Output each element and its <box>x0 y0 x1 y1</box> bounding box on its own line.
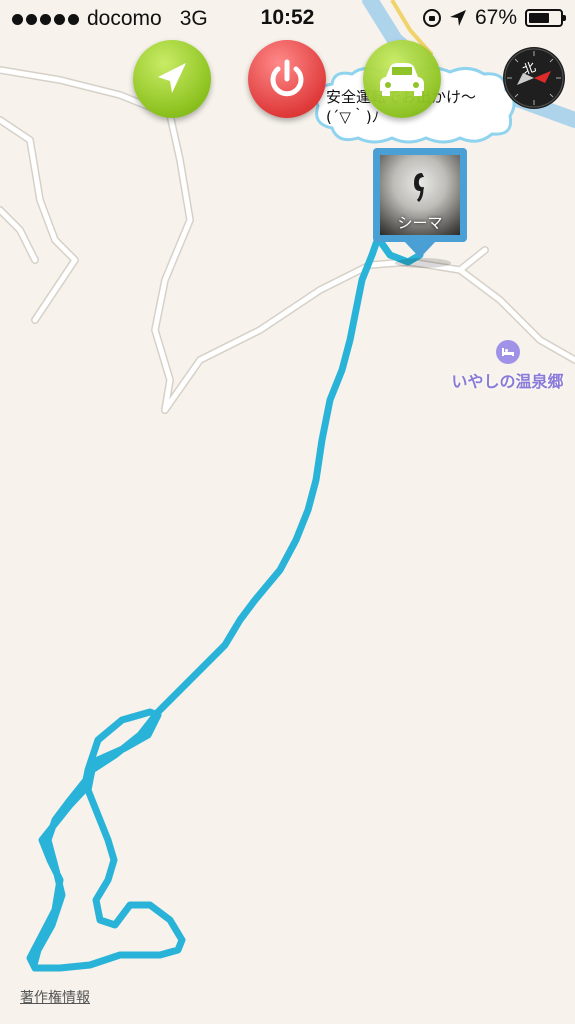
status-right: 67% <box>422 6 566 30</box>
compass-icon: 北 <box>504 48 564 108</box>
photo-pin[interactable]: シーマ <box>373 148 467 268</box>
pin-photo: シーマ <box>380 155 460 235</box>
location-arrow-icon <box>449 10 466 26</box>
power-icon <box>270 59 304 97</box>
status-bar: docomo 3G 10:52 67% <box>0 0 575 40</box>
poi-label: いやしの温泉郷 <box>451 372 564 391</box>
pin-label: シーマ <box>397 214 443 232</box>
car-emblem-image <box>414 173 424 203</box>
battery-level-fill <box>529 13 550 23</box>
compass-button[interactable]: 北 <box>503 47 565 109</box>
pin-shadow <box>395 258 451 268</box>
map-view[interactable] <box>0 0 575 1024</box>
battery-percent: 67% <box>474 6 517 29</box>
navigate-button[interactable] <box>133 40 211 118</box>
pin-frame: シーマ <box>373 148 467 242</box>
battery-icon <box>525 9 566 27</box>
rotation-lock-icon <box>422 9 441 27</box>
power-button[interactable] <box>248 40 326 118</box>
pin-tail <box>403 240 437 258</box>
bed-icon <box>495 340 520 364</box>
copyright-link[interactable]: 著作権情報 <box>20 987 90 1007</box>
route-track <box>26 234 382 972</box>
car-icon <box>380 63 424 96</box>
car-button[interactable] <box>363 40 441 118</box>
navigation-arrow-icon <box>158 63 186 93</box>
map-screen: docomo 3G 10:52 67% 安全運転でお出かけ〜 (´▽｀)ﾉ <box>0 0 575 1024</box>
poi-onsen[interactable]: いやしの温泉郷 <box>440 340 575 392</box>
